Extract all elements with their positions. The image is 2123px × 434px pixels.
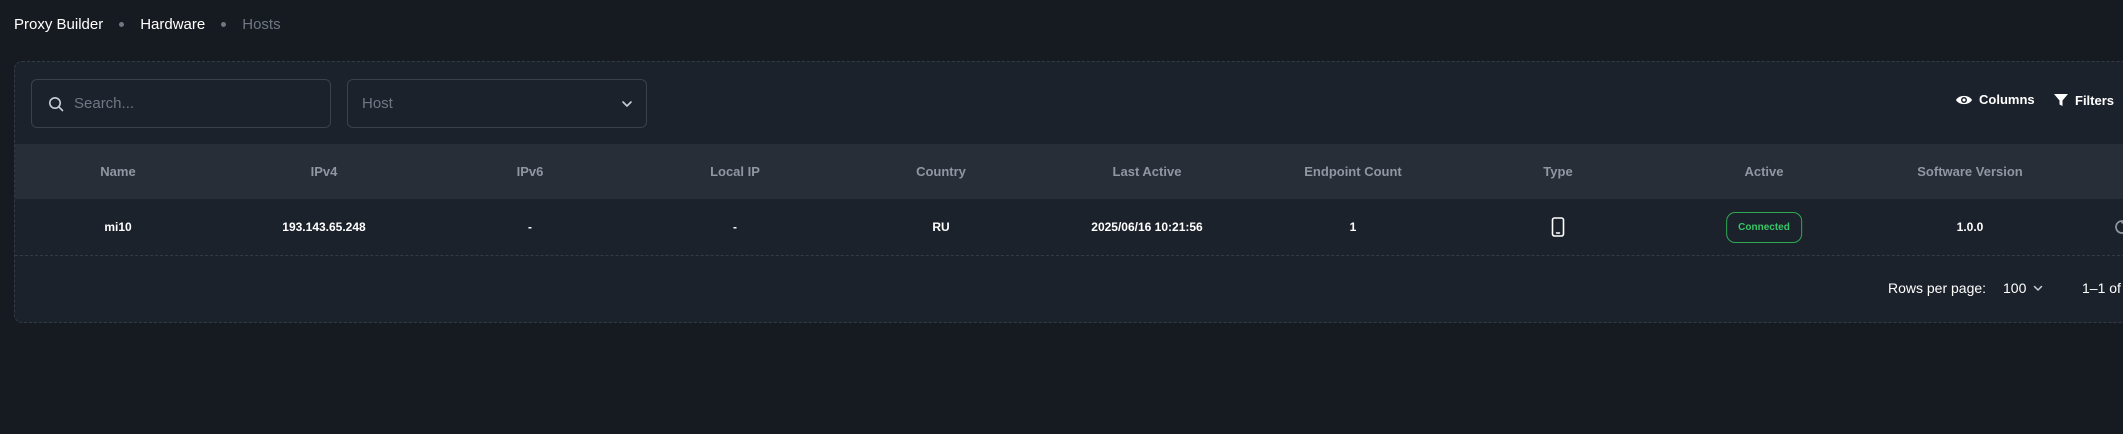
rows-per-page-value: 100 — [2003, 280, 2027, 296]
smartphone-icon — [1551, 217, 1565, 237]
search-icon — [49, 96, 64, 111]
search-input[interactable] — [72, 94, 312, 113]
breadcrumb-proxy-builder[interactable]: Proxy Builder — [14, 16, 103, 33]
table-pagination: Rows per page: 100 1–1 of 1 — [15, 256, 2123, 322]
hosts-table: Name IPv4 IPv6 Local IP Country Last Act… — [15, 144, 2123, 256]
header-ipv4[interactable]: IPv4 — [311, 164, 338, 179]
cell-name: mi10 — [104, 220, 132, 234]
header-local-ip[interactable]: Local IP — [710, 164, 760, 179]
breadcrumb-hardware[interactable]: Hardware — [140, 16, 205, 33]
header-type[interactable]: Type — [1543, 164, 1572, 179]
header-ipv6[interactable]: IPv6 — [517, 164, 544, 179]
cell-type — [1551, 217, 1565, 240]
eye-icon — [1956, 95, 1972, 104]
table-header-row: Name IPv4 IPv6 Local IP Country Last Act… — [15, 144, 2123, 199]
cell-endpoint-count: 1 — [1349, 220, 1357, 234]
cell-software-version: 1.0.0 — [1956, 220, 1984, 234]
filter-icon — [2054, 94, 2068, 106]
pagination-range: 1–1 of 1 — [2082, 280, 2123, 296]
cell-last-active: 2025/06/16 10:21:56 — [1091, 220, 1203, 234]
filters-button[interactable]: Filters — [2053, 92, 2114, 108]
search-field[interactable] — [31, 79, 331, 128]
breadcrumb: Proxy Builder Hardware Hosts — [14, 12, 281, 36]
hosts-card: Host Columns Filters Name IPv4 IPv6 Lo — [14, 61, 2123, 323]
breadcrumb-separator — [221, 21, 227, 27]
header-software-version[interactable]: Software Version — [1917, 164, 2022, 179]
header-last-active[interactable]: Last Active — [1113, 164, 1182, 179]
columns-button[interactable]: Columns — [1955, 92, 2035, 107]
table-row[interactable]: mi10 193.143.65.248 - - RU 2025/06/16 10… — [15, 199, 2123, 256]
breadcrumb-separator — [119, 21, 125, 27]
cell-ipv6: - — [528, 220, 532, 234]
columns-label: Columns — [1979, 92, 2035, 107]
chevron-down-icon — [2034, 285, 2043, 291]
status-badge: Connected — [1726, 211, 1802, 243]
host-select[interactable]: Host — [347, 79, 647, 128]
cell-country: RU — [932, 220, 950, 234]
refresh-icon — [2115, 220, 2123, 234]
header-country[interactable]: Country — [916, 164, 966, 179]
breadcrumb-hosts: Hosts — [242, 15, 281, 33]
cell-active: Connected — [1726, 211, 1802, 243]
chevron-down-icon — [622, 100, 632, 107]
table-toolbar: Host Columns Filters — [15, 62, 2123, 144]
header-name[interactable]: Name — [100, 164, 135, 179]
refresh-button[interactable] — [2112, 217, 2123, 240]
host-select-placeholder: Host — [362, 95, 393, 112]
header-active[interactable]: Active — [1744, 164, 1783, 179]
rows-per-page-select[interactable]: 100 — [2003, 280, 2044, 296]
header-endpoint-count[interactable]: Endpoint Count — [1304, 164, 1401, 179]
cell-ipv4: 193.143.65.248 — [282, 220, 366, 234]
filters-label: Filters — [2075, 92, 2115, 108]
rows-per-page-label: Rows per page: — [1888, 280, 1987, 296]
cell-local-ip: - — [733, 220, 737, 234]
